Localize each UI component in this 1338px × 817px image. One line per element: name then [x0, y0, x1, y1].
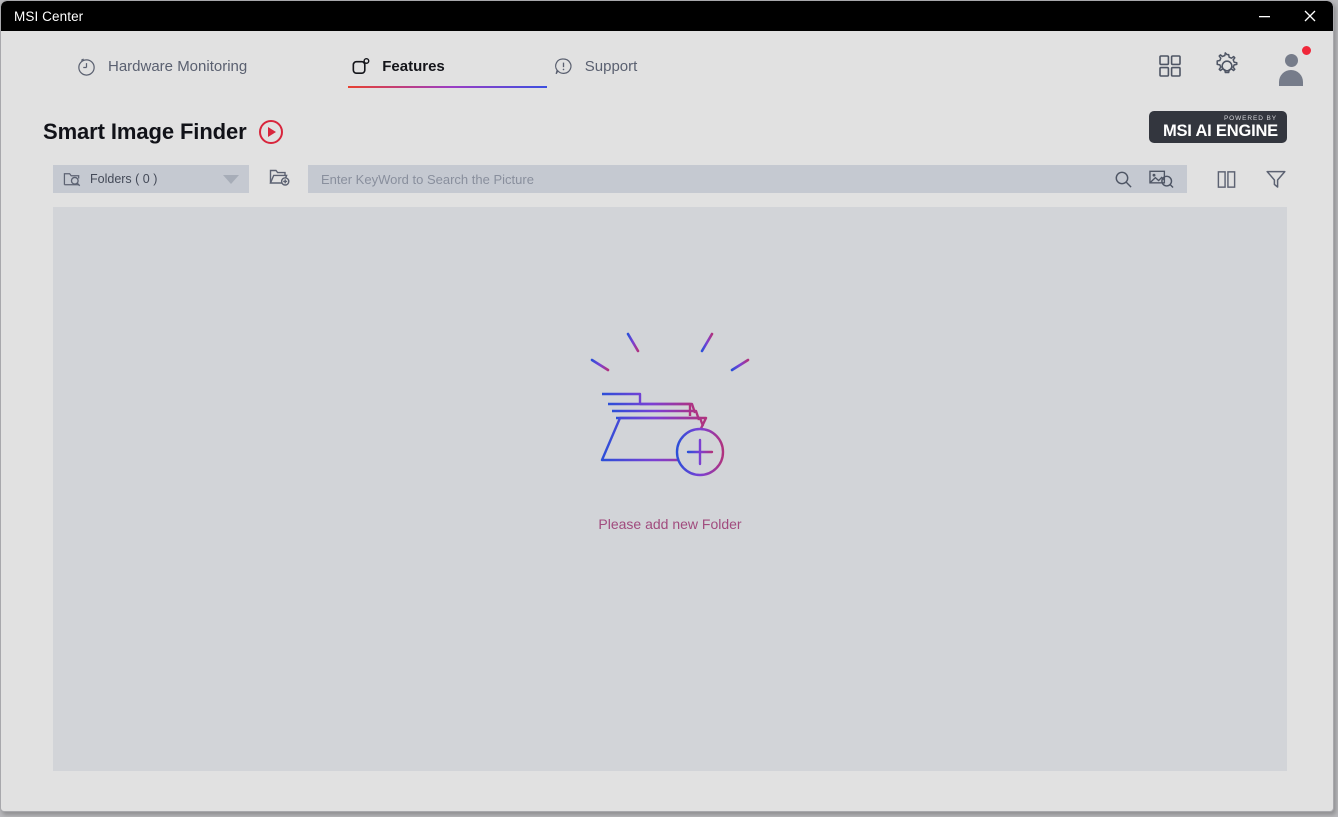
folder-search-icon: [63, 170, 82, 189]
title-bar: MSI Center: [1, 1, 1333, 31]
add-folder-illustration: [560, 318, 780, 477]
tab-support[interactable]: Support: [549, 31, 642, 101]
window-controls: [1241, 1, 1333, 31]
search-input[interactable]: [308, 166, 1114, 192]
folders-dropdown[interactable]: Folders ( 0 ): [53, 165, 249, 193]
tab-label: Hardware Monitoring: [108, 57, 248, 75]
tab-hardware-monitoring[interactable]: Hardware Monitoring: [72, 31, 251, 101]
tab-label: Features: [382, 57, 445, 75]
nav-right-actions: [1157, 31, 1312, 101]
notification-badge: [1301, 45, 1312, 56]
page-title: Smart Image Finder: [43, 119, 247, 144]
ai-badge-powered-by: POWERED BY: [1223, 114, 1277, 122]
page-header: Smart Image Finder POWERED BY MSI AI ENG…: [1, 101, 1333, 163]
image-search-icon[interactable]: [1149, 169, 1174, 189]
tab-features[interactable]: Features: [346, 31, 547, 101]
close-button[interactable]: [1287, 1, 1333, 31]
empty-state: Please add new Folder: [53, 312, 1287, 532]
split-view-icon[interactable]: [1216, 169, 1237, 190]
rounded-square-dot-icon: [350, 56, 371, 77]
play-tutorial-button[interactable]: [258, 120, 283, 144]
speech-bubble-alert-icon: [553, 56, 574, 77]
search-bar: [308, 165, 1187, 193]
toolbar: Folders ( 0 ): [53, 163, 1287, 195]
ai-badge-engine: MSI AI ENGINE: [1162, 121, 1278, 140]
close-icon: [1304, 10, 1316, 22]
app-window: MSI Center Hardware Monitoring Features …: [0, 0, 1334, 812]
chevron-down-icon: [223, 174, 239, 184]
image-results-panel: Please add new Folder: [53, 207, 1287, 771]
view-controls: [1216, 168, 1287, 190]
minimize-icon: [1258, 15, 1270, 17]
empty-state-caption: Please add new Folder: [598, 516, 742, 532]
window-title: MSI Center: [14, 8, 84, 24]
active-tab-underline: [348, 86, 547, 88]
apps-grid-icon[interactable]: [1157, 53, 1183, 79]
add-folder-icon: [268, 166, 290, 193]
add-folder-button[interactable]: [265, 165, 293, 193]
tab-label: Support: [584, 57, 638, 75]
main-navigation: Hardware Monitoring Features Support: [1, 31, 1333, 101]
search-icon[interactable]: [1114, 170, 1133, 189]
gear-icon[interactable]: [1213, 52, 1241, 80]
filter-funnel-icon[interactable]: [1265, 168, 1287, 190]
stopwatch-icon: [76, 56, 97, 77]
avatar[interactable]: [1271, 45, 1312, 86]
folders-label: Folders ( 0 ): [90, 172, 158, 186]
play-icon: [267, 127, 276, 137]
ai-engine-badge: POWERED BY MSI AI ENGINE: [1149, 111, 1287, 143]
minimize-button[interactable]: [1241, 1, 1287, 31]
search-actions: [1114, 169, 1187, 189]
